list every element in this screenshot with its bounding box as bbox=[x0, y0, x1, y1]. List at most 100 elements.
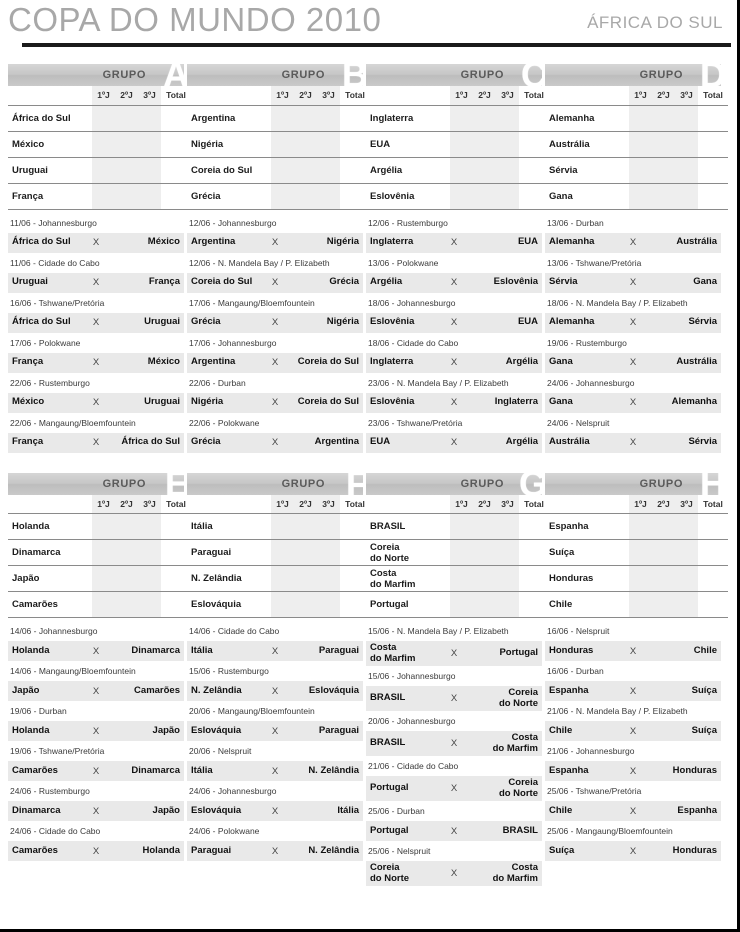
standings-score-cell[interactable] bbox=[496, 183, 519, 210]
standings-score-cell[interactable] bbox=[629, 183, 652, 210]
standings-score-cell[interactable] bbox=[294, 539, 317, 566]
standings-score-cell[interactable] bbox=[92, 131, 115, 158]
standings-score-cell[interactable] bbox=[652, 565, 675, 592]
standings-score-cell[interactable] bbox=[115, 131, 138, 158]
standings-score-cell[interactable] bbox=[496, 131, 519, 158]
standings-score-cell[interactable] bbox=[294, 105, 317, 132]
standings-score-cell[interactable] bbox=[698, 157, 728, 184]
standings-score-cell[interactable] bbox=[92, 183, 115, 210]
standings-score-cell[interactable] bbox=[450, 131, 473, 158]
standings-score-cell[interactable] bbox=[698, 183, 728, 210]
standings-score-cell[interactable] bbox=[294, 565, 317, 592]
standings-score-cell[interactable] bbox=[675, 105, 698, 132]
standings-score-cell[interactable] bbox=[271, 105, 294, 132]
standings-score-cell[interactable] bbox=[317, 539, 340, 566]
standings-score-cell[interactable] bbox=[450, 539, 473, 566]
standings-score-cell[interactable] bbox=[138, 131, 161, 158]
standings-score-cell[interactable] bbox=[629, 539, 652, 566]
standings-score-cell[interactable] bbox=[294, 183, 317, 210]
standings-score-cell[interactable] bbox=[473, 565, 496, 592]
standings-score-cell[interactable] bbox=[652, 539, 675, 566]
standings-score-cell[interactable] bbox=[450, 513, 473, 540]
standings-score-cell[interactable] bbox=[473, 539, 496, 566]
standings-score-cell[interactable] bbox=[675, 513, 698, 540]
standings-score-cell[interactable] bbox=[138, 183, 161, 210]
standings-score-cell[interactable] bbox=[652, 105, 675, 132]
standings-score-cell[interactable] bbox=[698, 539, 728, 566]
standings-score-cell[interactable] bbox=[450, 105, 473, 132]
standings-score-cell[interactable] bbox=[629, 131, 652, 158]
standings-score-cell[interactable] bbox=[138, 539, 161, 566]
standings-score-cell[interactable] bbox=[473, 513, 496, 540]
standings-score-cell[interactable] bbox=[652, 591, 675, 618]
standings-score-cell[interactable] bbox=[317, 105, 340, 132]
standings-score-cell[interactable] bbox=[294, 157, 317, 184]
standings-score-cell[interactable] bbox=[92, 591, 115, 618]
standings-score-cell[interactable] bbox=[115, 513, 138, 540]
standings-score-cell[interactable] bbox=[271, 157, 294, 184]
standings-score-cell[interactable] bbox=[473, 157, 496, 184]
standings-score-cell[interactable] bbox=[629, 565, 652, 592]
standings-score-cell[interactable] bbox=[629, 591, 652, 618]
standings-score-cell[interactable] bbox=[317, 565, 340, 592]
standings-score-cell[interactable] bbox=[92, 105, 115, 132]
standings-score-cell[interactable] bbox=[496, 565, 519, 592]
standings-score-cell[interactable] bbox=[115, 591, 138, 618]
standings-score-cell[interactable] bbox=[496, 539, 519, 566]
standings-score-cell[interactable] bbox=[629, 105, 652, 132]
standings-score-cell[interactable] bbox=[675, 591, 698, 618]
standings-score-cell[interactable] bbox=[629, 513, 652, 540]
standings-score-cell[interactable] bbox=[675, 565, 698, 592]
standings-score-cell[interactable] bbox=[496, 513, 519, 540]
standings-score-cell[interactable] bbox=[652, 131, 675, 158]
standings-score-cell[interactable] bbox=[317, 591, 340, 618]
standings-score-cell[interactable] bbox=[698, 513, 728, 540]
standings-score-cell[interactable] bbox=[92, 539, 115, 566]
standings-score-cell[interactable] bbox=[473, 591, 496, 618]
standings-score-cell[interactable] bbox=[294, 513, 317, 540]
standings-score-cell[interactable] bbox=[271, 591, 294, 618]
standings-score-cell[interactable] bbox=[698, 105, 728, 132]
standings-score-cell[interactable] bbox=[115, 539, 138, 566]
standings-score-cell[interactable] bbox=[496, 591, 519, 618]
standings-score-cell[interactable] bbox=[675, 131, 698, 158]
standings-score-cell[interactable] bbox=[92, 513, 115, 540]
standings-score-cell[interactable] bbox=[138, 157, 161, 184]
standings-score-cell[interactable] bbox=[271, 539, 294, 566]
standings-score-cell[interactable] bbox=[473, 183, 496, 210]
standings-score-cell[interactable] bbox=[317, 157, 340, 184]
standings-score-cell[interactable] bbox=[115, 105, 138, 132]
standings-score-cell[interactable] bbox=[294, 591, 317, 618]
standings-score-cell[interactable] bbox=[629, 157, 652, 184]
standings-score-cell[interactable] bbox=[271, 131, 294, 158]
standings-score-cell[interactable] bbox=[138, 565, 161, 592]
standings-score-cell[interactable] bbox=[450, 183, 473, 210]
standings-score-cell[interactable] bbox=[294, 131, 317, 158]
standings-score-cell[interactable] bbox=[652, 157, 675, 184]
standings-score-cell[interactable] bbox=[698, 565, 728, 592]
standings-score-cell[interactable] bbox=[115, 157, 138, 184]
standings-score-cell[interactable] bbox=[317, 131, 340, 158]
standings-score-cell[interactable] bbox=[115, 183, 138, 210]
standings-score-cell[interactable] bbox=[271, 513, 294, 540]
standings-score-cell[interactable] bbox=[675, 539, 698, 566]
standings-score-cell[interactable] bbox=[92, 157, 115, 184]
standings-score-cell[interactable] bbox=[138, 105, 161, 132]
standings-score-cell[interactable] bbox=[450, 565, 473, 592]
standings-score-cell[interactable] bbox=[92, 565, 115, 592]
standings-score-cell[interactable] bbox=[652, 183, 675, 210]
standings-score-cell[interactable] bbox=[271, 183, 294, 210]
standings-score-cell[interactable] bbox=[271, 565, 294, 592]
standings-score-cell[interactable] bbox=[317, 513, 340, 540]
standings-score-cell[interactable] bbox=[496, 105, 519, 132]
standings-score-cell[interactable] bbox=[698, 591, 728, 618]
standings-score-cell[interactable] bbox=[450, 157, 473, 184]
standings-score-cell[interactable] bbox=[496, 157, 519, 184]
standings-score-cell[interactable] bbox=[317, 183, 340, 210]
standings-score-cell[interactable] bbox=[652, 513, 675, 540]
standings-score-cell[interactable] bbox=[450, 591, 473, 618]
standings-score-cell[interactable] bbox=[115, 565, 138, 592]
standings-score-cell[interactable] bbox=[473, 105, 496, 132]
standings-score-cell[interactable] bbox=[138, 513, 161, 540]
standings-score-cell[interactable] bbox=[698, 131, 728, 158]
